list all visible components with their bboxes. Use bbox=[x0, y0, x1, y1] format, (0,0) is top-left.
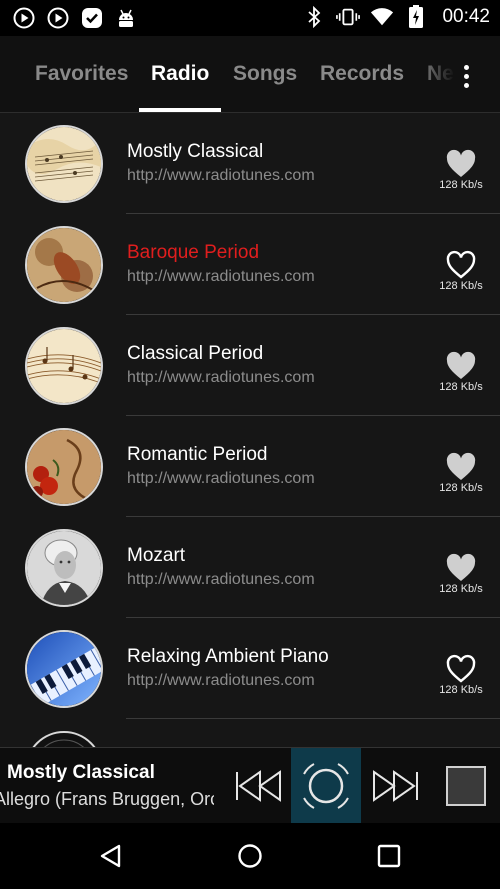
play-circle-icon bbox=[12, 6, 36, 30]
play-button[interactable] bbox=[291, 748, 361, 824]
list-item[interactable]: Baroque Period http://www.radiotunes.com… bbox=[0, 214, 500, 315]
list-item[interactable]: Relaxing Ambient Piano http://www.radiot… bbox=[0, 618, 500, 719]
piano-keys-icon bbox=[25, 630, 103, 708]
next-button[interactable] bbox=[366, 748, 426, 824]
station-url: http://www.radiotunes.com bbox=[127, 268, 315, 285]
now-playing-subtitle: Allegro (Frans Bruggen, Orchestra bbox=[0, 789, 214, 810]
station-title: Baroque Period bbox=[127, 242, 260, 263]
stop-button[interactable] bbox=[440, 748, 492, 824]
favorite-heart-icon[interactable] bbox=[445, 452, 477, 482]
station-title: Relaxing Ambient Piano bbox=[127, 646, 329, 667]
clock: 00:42 bbox=[442, 6, 490, 27]
favorite-heart-outline-icon[interactable] bbox=[445, 654, 477, 684]
tab-bar: Favorites Radio Songs Records Ne bbox=[0, 36, 500, 113]
home-icon[interactable] bbox=[235, 841, 265, 871]
favorite-heart-outline-icon[interactable] bbox=[445, 250, 477, 280]
baroque-art-icon bbox=[25, 226, 103, 304]
bitrate-label: 128 Kb/s bbox=[439, 482, 483, 494]
active-tab-indicator bbox=[139, 108, 221, 112]
android-icon bbox=[114, 6, 138, 30]
sheet-music-icon bbox=[25, 125, 103, 203]
tab-songs[interactable]: Songs bbox=[233, 62, 297, 86]
station-url: http://www.radiotunes.com bbox=[127, 167, 315, 184]
wifi-icon bbox=[370, 5, 394, 29]
bitrate-label: 128 Kb/s bbox=[439, 381, 483, 393]
music-notes-icon bbox=[25, 327, 103, 405]
vibrate-icon bbox=[336, 5, 361, 29]
list-item-partial[interactable] bbox=[0, 719, 500, 747]
bitrate-label: 128 Kb/s bbox=[439, 179, 483, 191]
system-navigation-bar bbox=[0, 823, 500, 889]
overflow-menu-icon[interactable] bbox=[452, 58, 480, 94]
tab-records[interactable]: Records bbox=[320, 62, 404, 86]
list-item[interactable]: Mostly Classical http://www.radiotunes.c… bbox=[0, 113, 500, 214]
status-bar: 00:42 bbox=[0, 0, 500, 36]
list-item[interactable]: Classical Period http://www.radiotunes.c… bbox=[0, 315, 500, 416]
now-playing-title: Mostly Classical bbox=[7, 762, 155, 783]
bluetooth-icon bbox=[302, 5, 326, 29]
recents-icon[interactable] bbox=[374, 841, 404, 871]
battery-charging-icon bbox=[404, 5, 428, 29]
tab-radio[interactable]: Radio bbox=[151, 62, 209, 86]
station-title: Mozart bbox=[127, 545, 186, 566]
record-disc-icon bbox=[25, 731, 103, 747]
skip-previous-icon bbox=[236, 770, 281, 802]
skip-next-icon bbox=[373, 770, 418, 802]
check-badge-icon bbox=[80, 6, 104, 30]
now-playing-subtitle-text: Allegro (Frans Bruggen, Orchestra bbox=[0, 789, 214, 809]
tab-favorites[interactable]: Favorites bbox=[35, 62, 128, 86]
favorite-heart-icon[interactable] bbox=[445, 553, 477, 583]
back-icon[interactable] bbox=[96, 841, 126, 871]
play-state-icon bbox=[303, 763, 349, 809]
list-item[interactable]: Romantic Period http://www.radiotunes.co… bbox=[0, 416, 500, 517]
station-title: Romantic Period bbox=[127, 444, 268, 465]
stop-icon bbox=[446, 766, 486, 806]
favorite-heart-icon[interactable] bbox=[445, 149, 477, 179]
station-url: http://www.radiotunes.com bbox=[127, 369, 315, 386]
play-circle-icon bbox=[46, 6, 70, 30]
station-title: Classical Period bbox=[127, 343, 264, 364]
favorite-heart-icon[interactable] bbox=[445, 351, 477, 381]
bitrate-label: 128 Kb/s bbox=[439, 280, 483, 292]
now-playing-bar[interactable]: Mostly Classical Allegro (Frans Bruggen,… bbox=[0, 747, 500, 824]
mozart-portrait-icon bbox=[25, 529, 103, 607]
roses-clef-icon bbox=[25, 428, 103, 506]
station-title: Mostly Classical bbox=[127, 141, 264, 162]
station-url: http://www.radiotunes.com bbox=[127, 470, 315, 487]
bitrate-label: 128 Kb/s bbox=[439, 684, 483, 696]
station-list[interactable]: Mostly Classical http://www.radiotunes.c… bbox=[0, 113, 500, 747]
station-url: http://www.radiotunes.com bbox=[127, 571, 315, 588]
list-item[interactable]: Mozart http://www.radiotunes.com 128 Kb/… bbox=[0, 517, 500, 618]
previous-button[interactable] bbox=[228, 748, 288, 824]
bitrate-label: 128 Kb/s bbox=[439, 583, 483, 595]
station-url: http://www.radiotunes.com bbox=[127, 672, 315, 689]
